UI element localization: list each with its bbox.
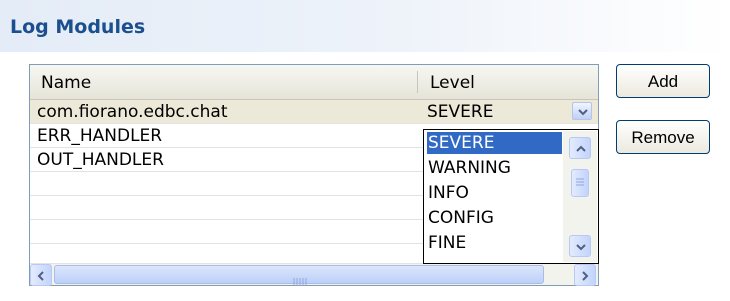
dropdown-option-selected[interactable]: SEVERE bbox=[427, 132, 562, 154]
add-button[interactable]: Add bbox=[616, 64, 710, 98]
chevron-down-icon bbox=[576, 244, 586, 251]
section-header: Log Modules bbox=[0, 0, 730, 52]
remove-button[interactable]: Remove bbox=[616, 120, 710, 154]
column-header-name[interactable]: Name bbox=[41, 73, 91, 93]
grip-icon bbox=[576, 178, 584, 186]
dropdown-scroll-down-button[interactable] bbox=[569, 235, 591, 257]
dropdown-option[interactable]: FINE bbox=[427, 232, 466, 254]
cell-name[interactable]: OUT_HANDLER bbox=[37, 150, 164, 170]
dropdown-scrollbar[interactable] bbox=[563, 131, 597, 262]
section-title: Log Modules bbox=[10, 16, 146, 38]
level-dropdown-list[interactable]: SEVERE WARNING INFO CONFIG FINE bbox=[423, 129, 599, 264]
cell-name[interactable]: ERR_HANDLER bbox=[37, 126, 162, 146]
grip-icon bbox=[293, 271, 307, 291]
horizontal-scrollbar[interactable] bbox=[30, 263, 598, 286]
scroll-right-button[interactable] bbox=[574, 264, 596, 286]
scroll-left-button[interactable] bbox=[30, 264, 52, 286]
chevron-down-icon bbox=[578, 109, 588, 116]
dropdown-option[interactable]: INFO bbox=[427, 182, 469, 204]
horizontal-scroll-thumb[interactable] bbox=[54, 265, 544, 286]
dropdown-scroll-up-button[interactable] bbox=[569, 137, 591, 159]
table-header: Name Level bbox=[30, 65, 598, 100]
chevron-up-icon bbox=[576, 145, 586, 152]
dropdown-scroll-thumb[interactable] bbox=[571, 169, 589, 197]
table-row[interactable]: com.fiorano.edbc.chat SEVERE bbox=[30, 100, 598, 124]
level-combo-dropdown-button[interactable] bbox=[572, 102, 592, 120]
chevron-right-icon bbox=[582, 271, 589, 281]
column-header-level[interactable]: Level bbox=[430, 73, 475, 93]
column-divider[interactable] bbox=[417, 71, 418, 93]
chevron-left-icon bbox=[37, 271, 44, 281]
dropdown-option[interactable]: CONFIG bbox=[427, 207, 494, 229]
dropdown-option[interactable]: WARNING bbox=[427, 157, 511, 179]
level-combo-value[interactable]: SEVERE bbox=[427, 102, 493, 122]
cell-name[interactable]: com.fiorano.edbc.chat bbox=[37, 102, 228, 122]
